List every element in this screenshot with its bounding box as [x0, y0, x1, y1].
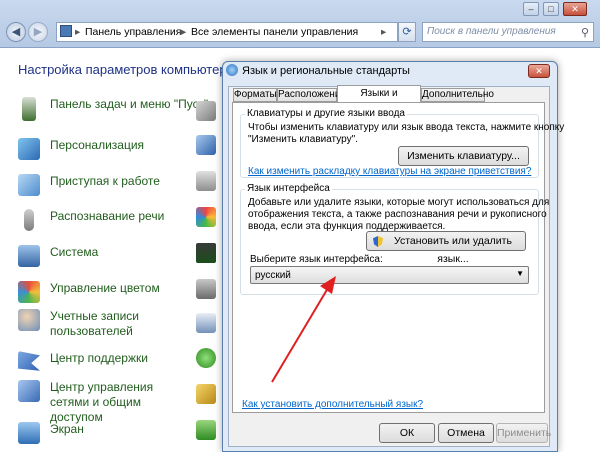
- annotation-arrow: [271, 276, 336, 383]
- annotation-arrow-head: [320, 276, 336, 294]
- annotation-arrow-line: [271, 287, 329, 383]
